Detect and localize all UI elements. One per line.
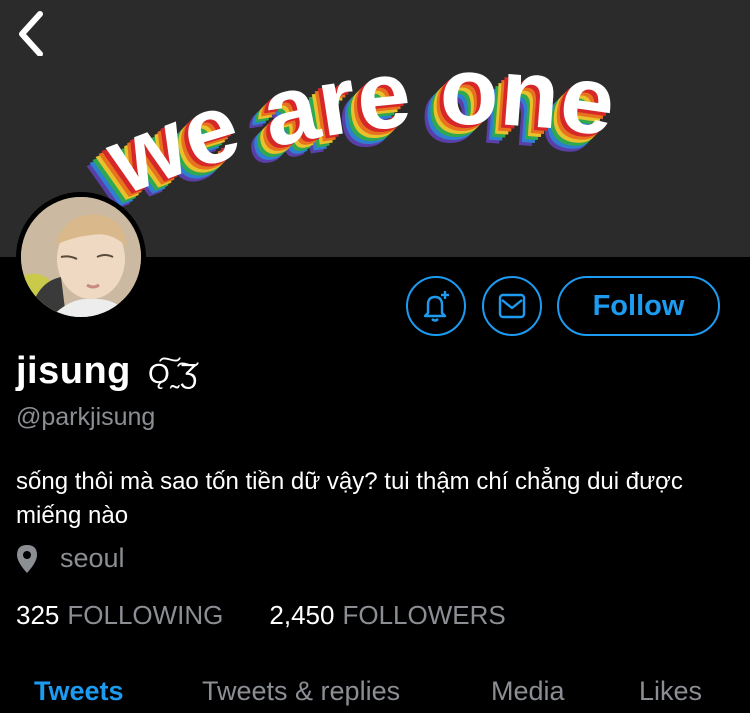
following-count: 325	[16, 600, 60, 630]
follow-button[interactable]: Follow	[557, 276, 720, 336]
back-button[interactable]	[12, 8, 52, 56]
banner-headline: we are one	[93, 38, 622, 215]
display-name-emoji: Ǫ͠˷͠Ʒ	[147, 358, 198, 389]
message-button[interactable]	[482, 276, 542, 336]
chevron-left-icon	[19, 11, 43, 56]
location-text: seoul	[60, 543, 125, 573]
profile-handle: @parkjisung	[16, 403, 156, 431]
location-pin-icon	[17, 544, 37, 573]
display-name: jisung Ǫ͠˷͠Ʒ	[16, 350, 198, 393]
followers-count: 2,450	[269, 600, 335, 630]
display-name-text: jisung	[16, 350, 131, 392]
tab-tweets-replies[interactable]: Tweets & replies	[202, 676, 400, 707]
avatar[interactable]	[16, 192, 146, 322]
profile-bio: sống thôi mà sao tốn tiền dữ vậy? tui th…	[16, 468, 683, 529]
profile-tabs: Tweets Tweets & replies Media Likes	[0, 672, 750, 713]
following-stat[interactable]: 325 FOLLOWING	[16, 600, 223, 631]
tab-likes[interactable]: Likes	[639, 676, 702, 707]
followers-stat[interactable]: 2,450 FOLLOWERS	[269, 600, 505, 631]
tab-tweets[interactable]: Tweets	[34, 676, 124, 707]
bell-plus-icon	[423, 291, 449, 322]
tab-media[interactable]: Media	[491, 676, 565, 707]
following-label: FOLLOWING	[67, 600, 224, 630]
envelope-icon	[498, 293, 526, 319]
avatar-photo	[21, 197, 141, 317]
profile-location: seoul	[16, 543, 125, 574]
notifications-button[interactable]	[406, 276, 466, 336]
followers-label: FOLLOWERS	[342, 600, 506, 630]
follow-button-label: Follow	[592, 289, 685, 322]
profile-stats: 325 FOLLOWING 2,450 FOLLOWERS	[16, 600, 552, 631]
